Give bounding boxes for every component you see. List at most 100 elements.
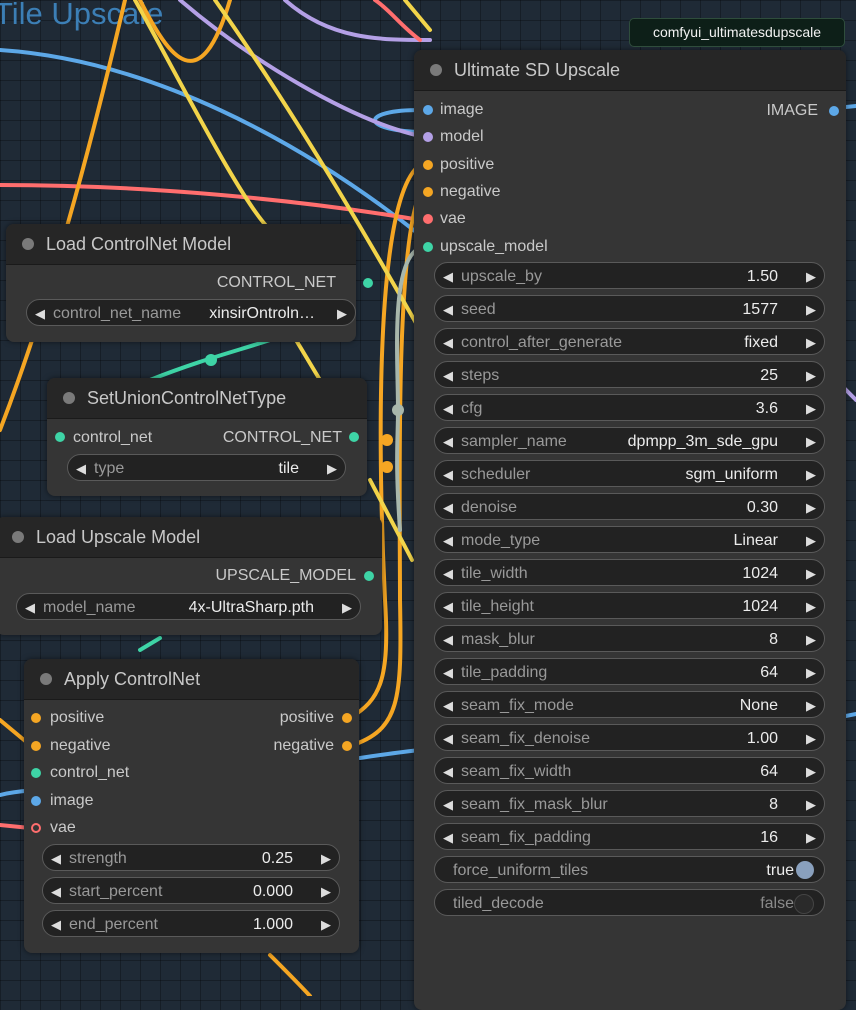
tile-padding-widget[interactable]: ◀ tile_padding 64 ▶ [434, 658, 825, 685]
tile-height-widget[interactable]: ◀ tile_height 1024 ▶ [434, 592, 825, 619]
decrement-arrow-icon[interactable]: ◀ [443, 824, 453, 851]
cfg-widget[interactable]: ◀ cfg 3.6 ▶ [434, 394, 825, 421]
force-uniform-tiles-toggle[interactable]: force_uniform_tiles true [434, 856, 825, 883]
set-union-controlnet-type-node[interactable]: SetUnionControlNetType control_net CONTR… [47, 378, 367, 496]
collapse-dot-icon[interactable] [22, 238, 34, 250]
node-header[interactable]: Load Upscale Model [0, 517, 382, 558]
increment-arrow-icon[interactable]: ▶ [806, 659, 816, 686]
increment-arrow-icon[interactable]: ▶ [806, 824, 816, 851]
increment-arrow-icon[interactable]: ▶ [806, 362, 816, 389]
decrement-arrow-icon[interactable]: ◀ [25, 594, 35, 621]
sampler-name-widget[interactable]: ◀ sampler_name dpmpp_3m_sde_gpu ▶ [434, 427, 825, 454]
increment-arrow-icon[interactable]: ▶ [327, 455, 337, 482]
strength-widget[interactable]: ◀ strength 0.25 ▶ [42, 844, 340, 871]
seam-fix-mode-widget[interactable]: ◀ seam_fix_mode None ▶ [434, 691, 825, 718]
input-vae-socket[interactable] [423, 214, 433, 225]
node-header[interactable]: Load ControlNet Model [6, 224, 356, 265]
increment-arrow-icon[interactable]: ▶ [342, 594, 352, 621]
collapse-dot-icon[interactable] [40, 673, 52, 685]
tile-width-widget[interactable]: ◀ tile_width 1024 ▶ [434, 559, 825, 586]
model-name-select[interactable]: ◀ model_name 4x-UltraSharp.pth ▶ [16, 593, 361, 620]
increment-arrow-icon[interactable]: ▶ [806, 560, 816, 587]
upscale-by-widget[interactable]: ◀ upscale_by 1.50 ▶ [434, 262, 825, 289]
control-net-name-select[interactable]: ◀ control_net_name xinsirOntroln… ▶ [26, 299, 356, 326]
decrement-arrow-icon[interactable]: ◀ [443, 263, 453, 290]
decrement-arrow-icon[interactable]: ◀ [51, 845, 61, 872]
start-percent-widget[interactable]: ◀ start_percent 0.000 ▶ [42, 877, 340, 904]
decrement-arrow-icon[interactable]: ◀ [443, 791, 453, 818]
decrement-arrow-icon[interactable]: ◀ [76, 455, 86, 482]
input-positive-socket[interactable] [423, 159, 433, 170]
increment-arrow-icon[interactable]: ▶ [806, 395, 816, 422]
decrement-arrow-icon[interactable]: ◀ [443, 428, 453, 455]
decrement-arrow-icon[interactable]: ◀ [443, 395, 453, 422]
output-socket[interactable] [349, 432, 359, 442]
load-upscale-model-node[interactable]: Load Upscale Model UPSCALE_MODEL ◀ model… [0, 517, 382, 635]
output-negative-socket[interactable] [342, 740, 352, 751]
decrement-arrow-icon[interactable]: ◀ [443, 659, 453, 686]
denoise-widget[interactable]: ◀ denoise 0.30 ▶ [434, 493, 825, 520]
mask-blur-widget[interactable]: ◀ mask_blur 8 ▶ [434, 625, 825, 652]
increment-arrow-icon[interactable]: ▶ [806, 692, 816, 719]
increment-arrow-icon[interactable]: ▶ [806, 428, 816, 455]
node-header[interactable]: Ultimate SD Upscale [414, 50, 846, 91]
decrement-arrow-icon[interactable]: ◀ [443, 593, 453, 620]
decrement-arrow-icon[interactable]: ◀ [443, 461, 453, 488]
increment-arrow-icon[interactable]: ▶ [806, 527, 816, 554]
increment-arrow-icon[interactable]: ▶ [806, 263, 816, 290]
increment-arrow-icon[interactable]: ▶ [321, 845, 331, 872]
apply-controlnet-node[interactable]: Apply ControlNet positive negative control… [24, 659, 359, 953]
scheduler-widget[interactable]: ◀ scheduler sgm_uniform ▶ [434, 460, 825, 487]
decrement-arrow-icon[interactable]: ◀ [443, 527, 453, 554]
increment-arrow-icon[interactable]: ▶ [806, 725, 816, 752]
seam-fix-denoise-widget[interactable]: ◀ seam_fix_denoise 1.00 ▶ [434, 724, 825, 751]
increment-arrow-icon[interactable]: ▶ [806, 626, 816, 653]
collapse-dot-icon[interactable] [12, 531, 24, 543]
input-image-socket[interactable] [423, 105, 433, 115]
steps-widget[interactable]: ◀ steps 25 ▶ [434, 361, 825, 388]
mode-type-widget[interactable]: ◀ mode_type Linear ▶ [434, 526, 825, 553]
increment-arrow-icon[interactable]: ▶ [321, 911, 331, 938]
toggle-knob-icon[interactable] [794, 894, 814, 914]
input-vae-socket[interactable] [31, 823, 41, 833]
input-image-socket[interactable] [31, 795, 41, 806]
decrement-arrow-icon[interactable]: ◀ [443, 560, 453, 587]
output-positive-socket[interactable] [342, 713, 352, 723]
control-after-generate-widget[interactable]: ◀ control_after_generate fixed ▶ [434, 328, 825, 355]
input-model-socket[interactable] [423, 132, 433, 143]
input-upscale-model-socket[interactable] [423, 241, 433, 252]
input-negative-socket[interactable] [423, 186, 433, 197]
ultimate-sd-upscale-node[interactable]: Ultimate SD Upscale image model positive ne… [414, 50, 846, 1010]
end-percent-widget[interactable]: ◀ end_percent 1.000 ▶ [42, 910, 340, 937]
collapse-dot-icon[interactable] [430, 64, 442, 76]
node-header[interactable]: SetUnionControlNetType [47, 378, 367, 419]
output-socket[interactable] [363, 278, 373, 288]
increment-arrow-icon[interactable]: ▶ [321, 878, 331, 905]
decrement-arrow-icon[interactable]: ◀ [443, 329, 453, 356]
seam-fix-mask-blur-widget[interactable]: ◀ seam_fix_mask_blur 8 ▶ [434, 790, 825, 817]
seam-fix-width-widget[interactable]: ◀ seam_fix_width 64 ▶ [434, 757, 825, 784]
decrement-arrow-icon[interactable]: ◀ [443, 758, 453, 785]
load-controlnet-node[interactable]: Load ControlNet Model CONTROL_NET ◀ cont… [6, 224, 373, 342]
input-negative-socket[interactable] [31, 740, 41, 751]
decrement-arrow-icon[interactable]: ◀ [443, 626, 453, 653]
seed-widget[interactable]: ◀ seed 1577 ▶ [434, 295, 825, 322]
toggle-knob-icon[interactable] [796, 861, 814, 879]
increment-arrow-icon[interactable]: ▶ [806, 296, 816, 323]
input-control-net-socket[interactable] [55, 432, 65, 442]
increment-arrow-icon[interactable]: ▶ [806, 461, 816, 488]
decrement-arrow-icon[interactable]: ◀ [51, 911, 61, 938]
output-image-socket[interactable] [829, 106, 839, 116]
decrement-arrow-icon[interactable]: ◀ [443, 692, 453, 719]
type-select[interactable]: ◀ type tile ▶ [67, 454, 346, 481]
increment-arrow-icon[interactable]: ▶ [806, 758, 816, 785]
decrement-arrow-icon[interactable]: ◀ [35, 300, 45, 327]
input-control-net-socket[interactable] [31, 768, 41, 778]
increment-arrow-icon[interactable]: ▶ [337, 300, 347, 327]
seam-fix-padding-widget[interactable]: ◀ seam_fix_padding 16 ▶ [434, 823, 825, 850]
decrement-arrow-icon[interactable]: ◀ [443, 725, 453, 752]
increment-arrow-icon[interactable]: ▶ [806, 494, 816, 521]
tiled-decode-toggle[interactable]: tiled_decode false [434, 889, 825, 916]
output-socket[interactable] [364, 571, 374, 581]
node-header[interactable]: Apply ControlNet [24, 659, 359, 700]
